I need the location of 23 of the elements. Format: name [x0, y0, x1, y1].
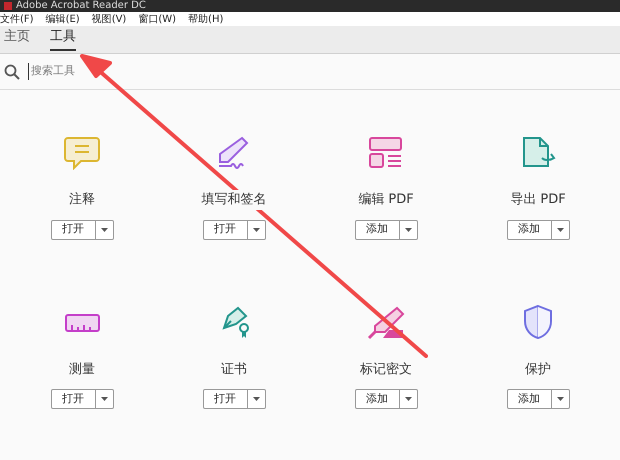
- window-title: Adobe Acrobat Reader DC: [16, 0, 146, 12]
- menu-item[interactable]: 视图(V): [92, 12, 126, 26]
- caret-icon: [404, 397, 412, 401]
- caret-icon: [556, 397, 564, 401]
- caret-icon: [100, 397, 108, 401]
- caret-icon: [252, 397, 260, 401]
- caret-icon: [100, 228, 108, 232]
- search-icon: [4, 64, 20, 80]
- caret-icon: [556, 228, 564, 232]
- tool-name: 填写和签名: [202, 190, 266, 210]
- menu-item[interactable]: 文件(F): [0, 12, 34, 26]
- tab[interactable]: 主页: [4, 26, 30, 51]
- menu-item[interactable]: 帮助(H): [188, 12, 224, 26]
- tab[interactable]: 工具: [50, 26, 76, 51]
- shield-icon: [522, 304, 554, 340]
- document-export-icon: [520, 136, 556, 170]
- menu-item[interactable]: 窗口(W): [138, 12, 176, 26]
- menu-item[interactable]: 编辑(E): [46, 12, 80, 26]
- layout-edit-icon: [368, 136, 404, 170]
- caret-icon: [404, 228, 412, 232]
- app-icon: [4, 2, 12, 10]
- speech-bubble-icon: [64, 136, 100, 170]
- caret-icon: [252, 228, 260, 232]
